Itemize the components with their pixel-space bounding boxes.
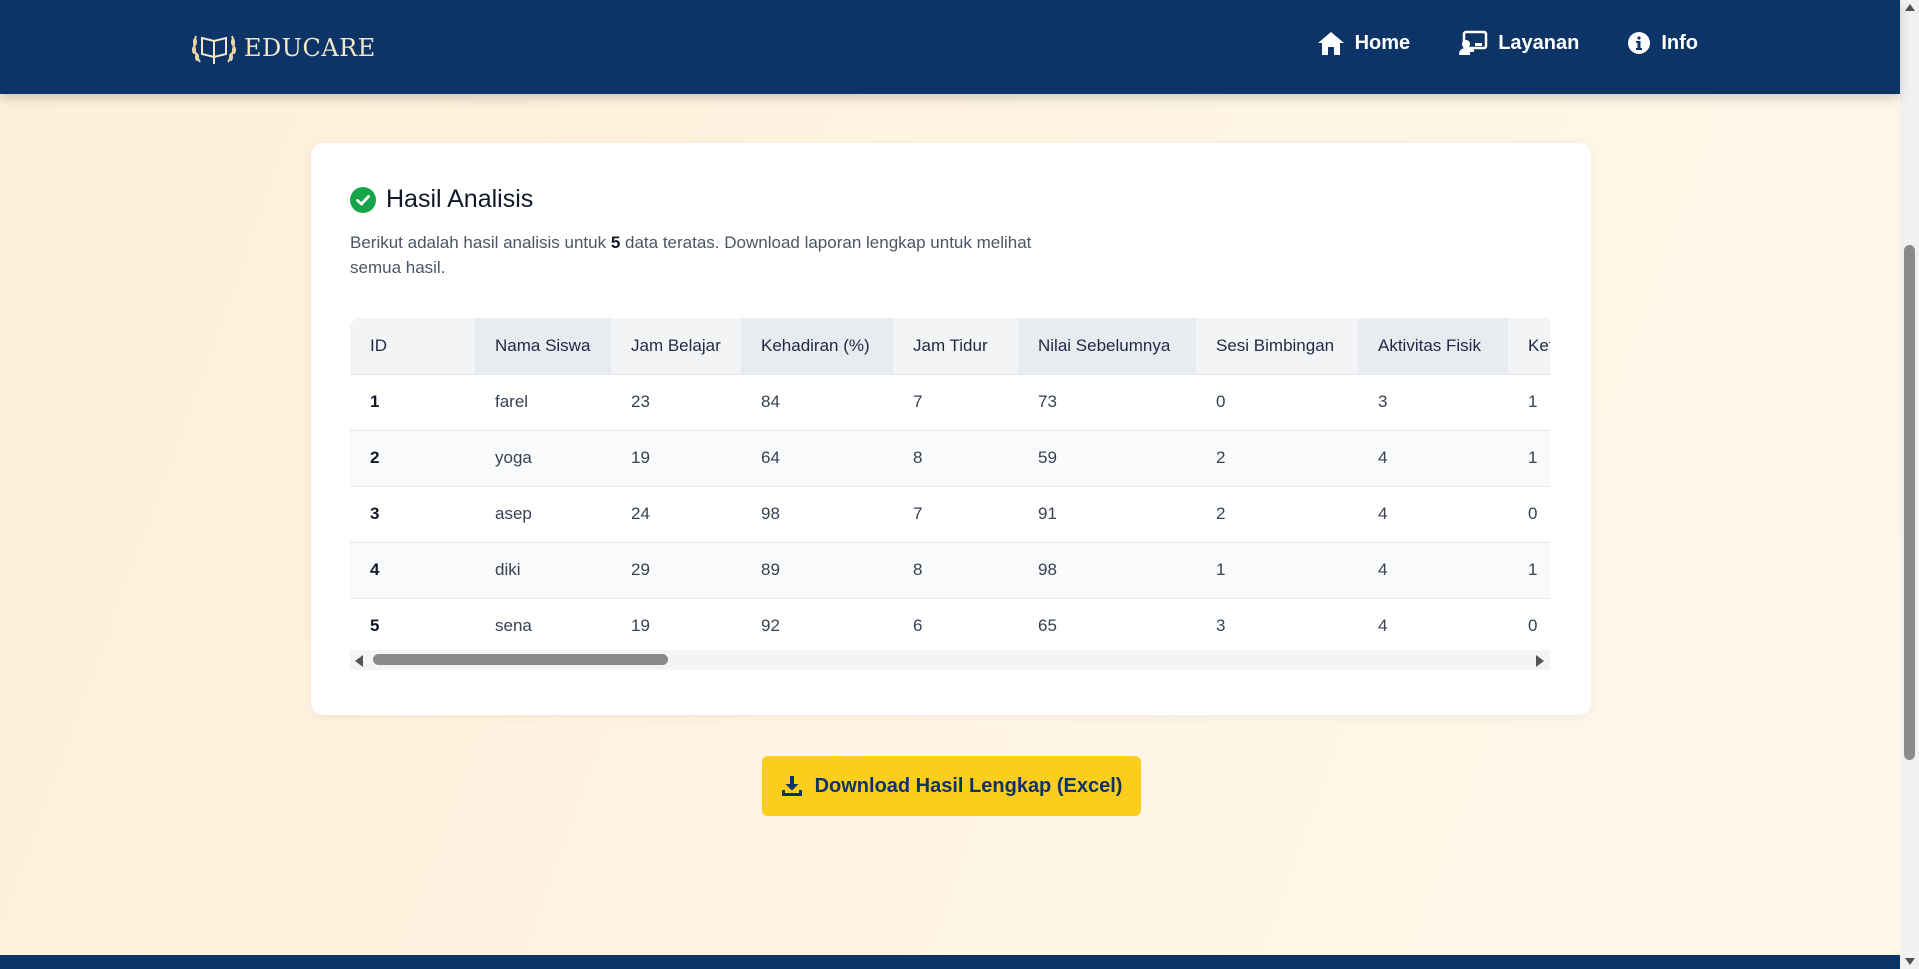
result-table: ID Nama Siswa Jam Belajar Kehadiran (%) … [350, 318, 1550, 650]
download-button-label: Download Hasil Lengkap (Excel) [814, 774, 1123, 797]
cell-jam-tidur: 7 [893, 486, 1018, 543]
cell-aktivitas-fisik: 4 [1358, 598, 1508, 650]
nav-item-info[interactable]: Info [1627, 31, 1698, 55]
cell-nilai-sebelumnya: 59 [1018, 430, 1196, 487]
teacher-board-icon [1459, 30, 1488, 55]
cell-ket: 1 [1508, 430, 1550, 487]
cell-aktivitas-fisik: 4 [1358, 430, 1508, 487]
navbar: EDUCARE Home Layanan Info [0, 0, 1900, 94]
table-row: 5 sena 19 92 6 65 3 4 0 [350, 598, 1550, 650]
cell-id: 3 [350, 486, 475, 543]
info-circle-icon [1628, 32, 1651, 54]
cell-aktivitas-fisik: 4 [1358, 542, 1508, 599]
result-heading: Hasil Analisis [350, 185, 533, 214]
home-icon [1317, 32, 1344, 55]
cell-jam-tidur: 8 [893, 542, 1018, 599]
cell-kehadiran: 84 [741, 374, 893, 431]
cell-kehadiran: 92 [741, 598, 893, 650]
nav-label-home: Home [1354, 31, 1411, 54]
cell-nilai-sebelumnya: 91 [1018, 486, 1196, 543]
cell-aktivitas-fisik: 4 [1358, 486, 1508, 543]
cell-sesi-bimbingan: 3 [1196, 598, 1358, 650]
col-header-nilai-sebelumnya: Nilai Sebelumnya [1018, 318, 1196, 375]
cell-id: 2 [350, 430, 475, 487]
cell-nilai-sebelumnya: 98 [1018, 542, 1196, 599]
cell-aktivitas-fisik: 3 [1358, 374, 1508, 431]
nav-item-layanan[interactable]: Layanan [1458, 30, 1579, 56]
cell-nilai-sebelumnya: 65 [1018, 598, 1196, 650]
nav-links: Home Layanan Info [1317, 30, 1698, 56]
page-vertical-scrollbar[interactable] [1900, 0, 1919, 969]
table-header-row: ID Nama Siswa Jam Belajar Kehadiran (%) … [350, 318, 1550, 375]
col-header-jam-tidur: Jam Tidur [893, 318, 1018, 375]
table-row: 1 farel 23 84 7 73 0 3 1 [350, 374, 1550, 431]
cell-kehadiran: 98 [741, 486, 893, 543]
cell-id: 4 [350, 542, 475, 599]
book-laurel-logo-icon [192, 35, 236, 64]
cell-kehadiran: 64 [741, 430, 893, 487]
cell-jam-belajar: 29 [611, 542, 741, 599]
footer [0, 955, 1900, 969]
scroll-right-arrow-icon[interactable] [1536, 655, 1544, 667]
table-horizontal-scrollbar[interactable] [350, 650, 1550, 670]
page-scrollbar-thumb[interactable] [1904, 245, 1915, 760]
col-header-aktivitas-fisik: Aktivitas Fisik [1358, 318, 1508, 375]
cell-nama: asep [475, 486, 611, 543]
scroll-down-arrow-icon[interactable] [1905, 958, 1915, 965]
result-table-container[interactable]: ID Nama Siswa Jam Belajar Kehadiran (%) … [350, 318, 1550, 650]
desc-prefix: Berikut adalah hasil analisis untuk [350, 233, 611, 252]
cell-id: 1 [350, 374, 475, 431]
cell-nama: diki [475, 542, 611, 599]
scroll-left-arrow-icon[interactable] [355, 655, 363, 667]
table-row: 2 yoga 19 64 8 59 2 4 1 [350, 430, 1550, 487]
col-header-id: ID [350, 318, 475, 375]
cell-sesi-bimbingan: 0 [1196, 374, 1358, 431]
cell-sesi-bimbingan: 1 [1196, 542, 1358, 599]
table-row: 3 asep 24 98 7 91 2 4 0 [350, 486, 1550, 543]
cell-sesi-bimbingan: 2 [1196, 486, 1358, 543]
check-circle-icon [350, 186, 376, 213]
result-card: Hasil Analisis Berikut adalah hasil anal… [311, 143, 1591, 715]
download-excel-button[interactable]: Download Hasil Lengkap (Excel) [762, 756, 1141, 816]
scrollbar-thumb[interactable] [373, 654, 668, 665]
cell-jam-tidur: 8 [893, 430, 1018, 487]
cell-kehadiran: 89 [741, 542, 893, 599]
cell-jam-belajar: 24 [611, 486, 741, 543]
nav-label-layanan: Layanan [1498, 31, 1580, 54]
nav-label-info: Info [1661, 31, 1698, 54]
col-header-jam-belajar: Jam Belajar [611, 318, 741, 375]
desc-count: 5 [610, 233, 621, 252]
nav-item-home[interactable]: Home [1317, 30, 1411, 56]
col-header-sesi-bimbingan: Sesi Bimbingan [1196, 318, 1358, 375]
scroll-up-arrow-icon[interactable] [1905, 4, 1915, 11]
table-row: 4 diki 29 89 8 98 1 4 1 [350, 542, 1550, 599]
cell-nilai-sebelumnya: 73 [1018, 374, 1196, 431]
result-description: Berikut adalah hasil analisis untuk 5 da… [350, 230, 1070, 280]
download-icon [781, 776, 802, 796]
cell-nama: farel [475, 374, 611, 431]
cell-sesi-bimbingan: 2 [1196, 430, 1358, 487]
cell-jam-belajar: 19 [611, 430, 741, 487]
cell-ket: 1 [1508, 542, 1550, 599]
cell-nama: sena [475, 598, 611, 650]
cell-ket: 1 [1508, 374, 1550, 431]
col-header-ket: Ket [1508, 318, 1550, 375]
cell-jam-tidur: 7 [893, 374, 1018, 431]
cell-jam-tidur: 6 [893, 598, 1018, 650]
result-title: Hasil Analisis [386, 185, 534, 213]
cell-ket: 0 [1508, 486, 1550, 543]
cell-jam-belajar: 23 [611, 374, 741, 431]
brand-logo-link[interactable]: EDUCARE [188, 28, 376, 68]
cell-ket: 0 [1508, 598, 1550, 650]
col-header-kehadiran: Kehadiran (%) [741, 318, 893, 375]
col-header-nama-siswa: Nama Siswa [475, 318, 611, 375]
brand-name: EDUCARE [244, 34, 376, 62]
cell-nama: yoga [475, 430, 611, 487]
cell-jam-belajar: 19 [611, 598, 741, 650]
cell-id: 5 [350, 598, 475, 650]
